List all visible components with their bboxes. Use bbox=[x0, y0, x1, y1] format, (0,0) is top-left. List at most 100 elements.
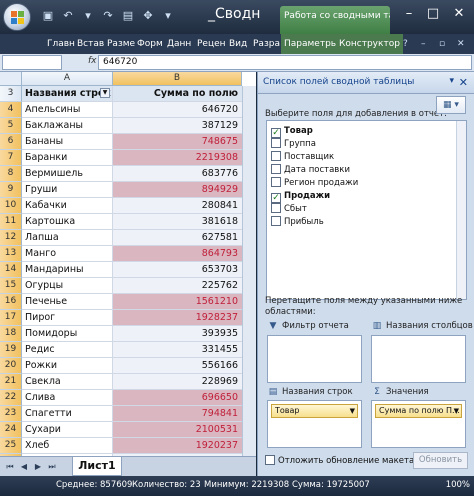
tool-icon[interactable]: ✥ bbox=[140, 8, 156, 24]
dropdown-arrow-icon[interactable]: ▼ bbox=[350, 405, 355, 417]
values-field-item[interactable]: Сумма по полю П... ▼ bbox=[375, 404, 462, 418]
row-label-cell[interactable]: Мандарины bbox=[22, 262, 113, 278]
checkbox-icon[interactable] bbox=[265, 455, 275, 465]
value-cell[interactable]: 2219308 bbox=[113, 150, 242, 166]
column-header-b[interactable]: B bbox=[113, 72, 242, 86]
row-header[interactable]: 16 bbox=[0, 294, 22, 310]
row-header[interactable]: 3 bbox=[0, 86, 22, 102]
vertical-scrollbar[interactable] bbox=[242, 86, 256, 456]
value-cell[interactable]: 864793 bbox=[113, 246, 242, 262]
redo-icon[interactable]: ↷ bbox=[100, 8, 116, 24]
tab-options[interactable]: Параметры bbox=[281, 34, 341, 54]
row-label-cell[interactable]: Сухари bbox=[22, 422, 113, 438]
field-item[interactable]: Поставщик bbox=[271, 151, 334, 164]
row-label-cell[interactable]: Спагетти bbox=[22, 406, 113, 422]
office-button[interactable] bbox=[3, 3, 31, 31]
value-cell[interactable]: 225762 bbox=[113, 278, 242, 294]
function-icon[interactable]: fx bbox=[88, 56, 97, 66]
checkbox-icon[interactable] bbox=[271, 164, 281, 174]
row-label-cell[interactable]: Баранки bbox=[22, 150, 113, 166]
dropdown-arrow-icon[interactable]: ▼ bbox=[454, 405, 459, 417]
tab-formulas[interactable]: Форм bbox=[134, 34, 166, 54]
checkbox-checked-icon[interactable]: ✓ bbox=[271, 193, 281, 203]
name-box[interactable] bbox=[2, 55, 62, 70]
tab-design[interactable]: Конструктор bbox=[336, 34, 403, 54]
row-label-cell[interactable]: Кабачки bbox=[22, 198, 113, 214]
column-header-a[interactable]: A bbox=[22, 72, 113, 86]
save-icon[interactable]: ▣ bbox=[40, 8, 56, 24]
zone-rows[interactable]: Товар ▼ bbox=[267, 400, 362, 448]
zoom-level[interactable]: 100% bbox=[446, 480, 470, 490]
maximize-button[interactable]: □ bbox=[420, 4, 446, 24]
row-header[interactable]: 22 bbox=[0, 390, 22, 406]
select-all-corner[interactable] bbox=[0, 72, 22, 86]
row-header[interactable]: 10 bbox=[0, 198, 22, 214]
row-label-cell[interactable]: Свекла bbox=[22, 374, 113, 390]
close-button[interactable]: ✕ bbox=[446, 4, 472, 24]
checkbox-icon[interactable] bbox=[271, 216, 281, 226]
update-button[interactable]: Обновить bbox=[413, 452, 468, 469]
value-cell[interactable]: 228969 bbox=[113, 374, 242, 390]
field-list-scrollbar[interactable] bbox=[456, 121, 466, 299]
tab-view[interactable]: Вид bbox=[226, 34, 250, 54]
row-label-cell[interactable]: Манго bbox=[22, 246, 113, 262]
row-header[interactable]: 4 bbox=[0, 102, 22, 118]
tab-data[interactable]: Данн bbox=[164, 34, 194, 54]
sheet-tab[interactable]: Лист1 bbox=[72, 457, 122, 476]
value-cell[interactable]: 1561210 bbox=[113, 294, 242, 310]
row-label-cell[interactable]: Редис bbox=[22, 342, 113, 358]
defer-layout-checkbox[interactable]: Отложить обновление макета bbox=[265, 455, 414, 466]
row-header[interactable]: 25 bbox=[0, 438, 22, 454]
checkbox-icon[interactable] bbox=[271, 203, 281, 213]
field-item[interactable]: Регион продажи bbox=[271, 177, 358, 190]
row-header[interactable]: 15 bbox=[0, 278, 22, 294]
tab-developer[interactable]: Разра bbox=[250, 34, 283, 54]
value-cell[interactable]: 280841 bbox=[113, 198, 242, 214]
row-label-cell[interactable]: Помидоры bbox=[22, 326, 113, 342]
prev-sheet-icon[interactable]: ◀ bbox=[18, 461, 30, 473]
next-sheet-icon[interactable]: ▶ bbox=[32, 461, 44, 473]
filter-dropdown-icon[interactable]: ▼ bbox=[100, 88, 110, 98]
checkbox-checked-icon[interactable]: ✓ bbox=[271, 128, 281, 138]
tab-review[interactable]: Рецен bbox=[194, 34, 229, 54]
row-label-cell[interactable]: Груши bbox=[22, 182, 113, 198]
value-cell[interactable]: 1928237 bbox=[113, 310, 242, 326]
value-cell[interactable]: 556166 bbox=[113, 358, 242, 374]
row-header[interactable]: 7 bbox=[0, 150, 22, 166]
row-header[interactable]: 13 bbox=[0, 246, 22, 262]
workbook-close-icon[interactable]: ✕ bbox=[454, 34, 468, 54]
value-cell[interactable]: 331455 bbox=[113, 342, 242, 358]
checkbox-icon[interactable] bbox=[271, 151, 281, 161]
row-label-cell[interactable]: Апельсины bbox=[22, 102, 113, 118]
tab-home[interactable]: Главн bbox=[44, 34, 78, 54]
field-item[interactable]: Дата поставки bbox=[271, 164, 350, 177]
minimize-button[interactable]: – bbox=[396, 4, 422, 24]
row-label-cell[interactable]: Картошка bbox=[22, 214, 113, 230]
ribbon-restore-icon[interactable]: ▫ bbox=[436, 34, 448, 54]
row-header[interactable]: 5 bbox=[0, 118, 22, 134]
first-sheet-icon[interactable]: ⏮ bbox=[4, 461, 16, 473]
value-cell[interactable]: 2100531 bbox=[113, 422, 242, 438]
row-label-cell[interactable]: Печенье bbox=[22, 294, 113, 310]
last-sheet-icon[interactable]: ⏭ bbox=[46, 461, 58, 473]
value-cell[interactable]: 894929 bbox=[113, 182, 242, 198]
value-cell[interactable]: 646720 bbox=[113, 102, 242, 118]
undo-dropdown-icon[interactable]: ▾ bbox=[80, 8, 96, 24]
row-header[interactable]: 24 bbox=[0, 422, 22, 438]
value-cell[interactable]: 683776 bbox=[113, 166, 242, 182]
field-item[interactable]: ✓ Продажи bbox=[271, 190, 330, 203]
row-label-cell[interactable]: Хлеб bbox=[22, 438, 113, 454]
row-header[interactable]: 19 bbox=[0, 342, 22, 358]
zone-filter[interactable] bbox=[267, 335, 362, 383]
pane-close-icon[interactable]: ✕ bbox=[459, 76, 468, 89]
row-label-cell[interactable]: Вермишель bbox=[22, 166, 113, 182]
checkbox-icon[interactable] bbox=[271, 138, 281, 148]
row-header[interactable]: 6 bbox=[0, 134, 22, 150]
formula-input[interactable]: 646720 bbox=[98, 55, 472, 70]
zone-values[interactable]: Сумма по полю П... ▼ bbox=[371, 400, 466, 448]
customize-qat-icon[interactable]: ▾ bbox=[160, 8, 176, 24]
help-icon[interactable]: ? bbox=[400, 34, 411, 54]
row-header[interactable]: 18 bbox=[0, 326, 22, 342]
row-header[interactable]: 14 bbox=[0, 262, 22, 278]
field-item[interactable]: Сбыт bbox=[271, 203, 307, 216]
